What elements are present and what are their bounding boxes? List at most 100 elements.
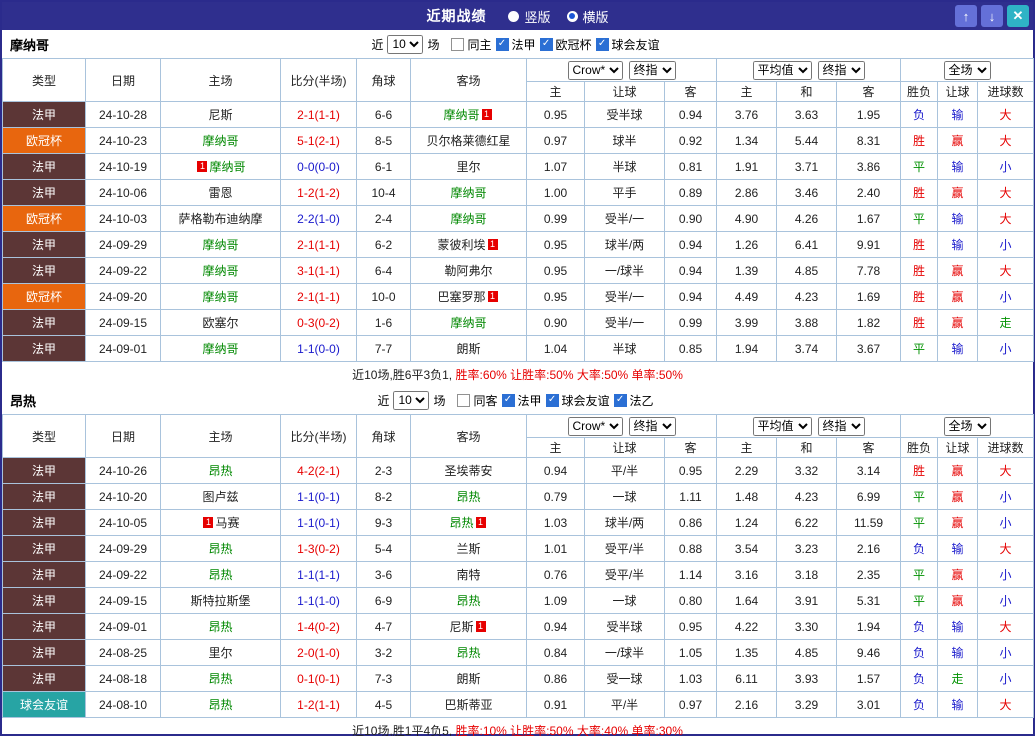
section-team-0: 摩纳哥 近 10 场 同主 ✓ 法甲 ✓ 欧冠杯 ✓ 球会友谊 类型 日期 主场 比分(半场) 角球… xyxy=(2,30,1035,386)
away-odds: 0.94 xyxy=(663,101,718,128)
team-name-text: 尼斯 xyxy=(208,108,233,122)
home-odds: 1.07 xyxy=(526,153,585,180)
column-header: 主 xyxy=(716,437,778,458)
odds-view-select[interactable]: Crow* xyxy=(567,416,623,436)
checkbox-icon[interactable]: ✓ xyxy=(613,393,627,407)
team-name-text: 昂热 xyxy=(208,464,233,478)
dropdown-header-cell: Crow* 终指 xyxy=(525,58,718,82)
odds-view-select[interactable]: 全场 xyxy=(943,60,991,80)
away-team: 南特 xyxy=(410,561,527,588)
checkbox-icon[interactable] xyxy=(457,393,471,407)
home-odds: 0.95 xyxy=(526,231,585,258)
team-name-text: 昂热 xyxy=(456,646,481,660)
red-card-badge: 1 xyxy=(487,239,498,250)
match-score: 4-2(2-1) xyxy=(280,457,357,484)
home-odds: 1.04 xyxy=(526,335,585,362)
result-goals: 大 xyxy=(977,457,1035,484)
checkbox-icon[interactable] xyxy=(451,37,465,51)
result-goals: 大 xyxy=(977,101,1035,128)
match-score: 2-1(1-1) xyxy=(280,283,357,310)
league-filter-group: 同主 ✓ 法甲 ✓ 欧冠杯 ✓ 球会友谊 xyxy=(451,36,663,53)
odds-view-select[interactable]: 全场 xyxy=(943,416,991,436)
checkbox-icon[interactable]: ✓ xyxy=(539,37,553,51)
league-type-badge: 法甲 xyxy=(2,587,86,614)
match-score: 2-2(1-0) xyxy=(280,205,357,232)
team-name-text: 昂热 xyxy=(456,490,481,504)
home-team: 昂热 xyxy=(160,457,281,484)
filter-checkbox-item[interactable]: ✓ 法甲 xyxy=(501,392,542,409)
team-name-text: 摩纳哥 xyxy=(209,160,246,174)
odds-view-select[interactable]: 终指 xyxy=(628,60,676,80)
result-handicap: 输 xyxy=(937,101,979,128)
checkbox-icon[interactable]: ✓ xyxy=(501,393,515,407)
team-name-text: 兰斯 xyxy=(456,542,481,556)
team-name-text: 昂热 xyxy=(208,672,233,686)
avg-away-odds: 7.78 xyxy=(836,257,902,284)
radio-label[interactable]: 竖版 xyxy=(524,7,550,26)
odds-view-select[interactable]: 终指 xyxy=(817,60,865,80)
team-name-text: 摩纳哥 xyxy=(202,134,239,148)
filter-checkbox-item[interactable]: ✓ 法甲 xyxy=(495,36,536,53)
away-odds: 0.95 xyxy=(663,613,718,640)
red-card-badge: 1 xyxy=(475,517,486,528)
scroll-down-button[interactable]: ↓ xyxy=(981,5,1003,27)
dropdown-header-cell: Crow* 终指 xyxy=(525,414,718,438)
radio-vertical-layout[interactable]: 竖版 xyxy=(508,7,551,26)
away-team: 摩纳哥 xyxy=(410,309,527,336)
radio-icon[interactable] xyxy=(566,10,578,22)
avg-draw-odds: 4.26 xyxy=(776,205,838,232)
match-row: 法甲 24-09-22 昂热 1-1(1-1) 3-6 南特 0.76 受平/半 1.14 3.1… xyxy=(2,561,1035,588)
filter-checkbox-item[interactable]: ✓ 球会友谊 xyxy=(595,36,660,53)
match-score: 2-1(1-1) xyxy=(280,101,357,128)
scroll-up-button[interactable]: ↑ xyxy=(955,5,977,27)
titlebar: 近期战绩 竖版 横版 ↑ ↓ ✕ xyxy=(2,2,1033,30)
close-icon[interactable]: ✕ xyxy=(1007,5,1029,27)
match-date: 24-10-19 xyxy=(85,153,161,180)
section-header: 昂热 近 10 场 同客 ✓ 法甲 ✓ 球会友谊 ✓ 法乙 xyxy=(2,386,1033,414)
recent-count-select[interactable]: 10 xyxy=(387,34,424,54)
away-team: 摩纳哥 xyxy=(410,179,527,206)
result-outcome: 负 xyxy=(900,613,939,640)
radio-icon[interactable] xyxy=(508,10,520,22)
radio-label[interactable]: 横版 xyxy=(583,7,609,26)
handicap: 受半球 xyxy=(584,613,665,640)
avg-draw-odds: 3.29 xyxy=(776,691,838,718)
filter-checkbox-item[interactable]: 同主 xyxy=(451,36,492,53)
recent-count-select[interactable]: 10 xyxy=(393,390,430,410)
result-goals: 大 xyxy=(977,535,1035,562)
filters-row: 近 10 场 同客 ✓ 法甲 ✓ 球会友谊 ✓ 法乙 xyxy=(377,390,657,410)
away-team: 昂热 xyxy=(410,639,527,666)
checkbox-icon[interactable]: ✓ xyxy=(545,393,559,407)
corner-score: 7-7 xyxy=(356,335,411,362)
result-goals: 小 xyxy=(977,335,1035,362)
odds-view-select[interactable]: 终指 xyxy=(628,416,676,436)
match-date: 24-08-25 xyxy=(85,639,161,666)
filter-checkbox-item[interactable]: 同客 xyxy=(457,392,498,409)
match-row: 法甲 24-09-01 昂热 1-4(0-2) 4-7 尼斯 1 0.94 受半球 0.95 4.2… xyxy=(2,613,1035,640)
corner-score: 6-2 xyxy=(356,231,411,258)
games-label: 场 xyxy=(433,393,446,408)
result-handicap: 输 xyxy=(937,335,979,362)
column-header: 主 xyxy=(526,437,585,458)
avg-away-odds: 2.35 xyxy=(836,561,902,588)
odds-view-select[interactable]: 终指 xyxy=(817,416,865,436)
handicap: 球半 xyxy=(584,127,665,154)
odds-view-select[interactable]: 平均值 xyxy=(752,416,812,436)
result-handicap: 赢 xyxy=(937,257,979,284)
team-name-text: 摩纳哥 xyxy=(202,290,239,304)
radio-horizontal-layout[interactable]: 横版 xyxy=(566,7,609,26)
handicap: 一/球半 xyxy=(584,639,665,666)
checkbox-icon[interactable]: ✓ xyxy=(495,37,509,51)
match-row: 法甲 24-08-25 里尔 2-0(1-0) 3-2 昂热 0.84 一/球半 1.05 1.3… xyxy=(2,639,1035,666)
odds-view-select[interactable]: 平均值 xyxy=(752,60,812,80)
filter-checkbox-item[interactable]: ✓ 法乙 xyxy=(613,392,654,409)
filter-checkbox-item[interactable]: ✓ 球会友谊 xyxy=(545,392,610,409)
odds-view-select[interactable]: Crow* xyxy=(567,60,623,80)
team-name-text: 里尔 xyxy=(208,646,233,660)
avg-draw-odds: 3.88 xyxy=(776,309,838,336)
checkbox-icon[interactable]: ✓ xyxy=(595,37,609,51)
home-team: 斯特拉斯堡 xyxy=(160,587,281,614)
handicap: 受平/半 xyxy=(584,535,665,562)
filter-checkbox-item[interactable]: ✓ 欧冠杯 xyxy=(539,36,592,53)
league-type-badge: 欧冠杯 xyxy=(2,205,86,232)
